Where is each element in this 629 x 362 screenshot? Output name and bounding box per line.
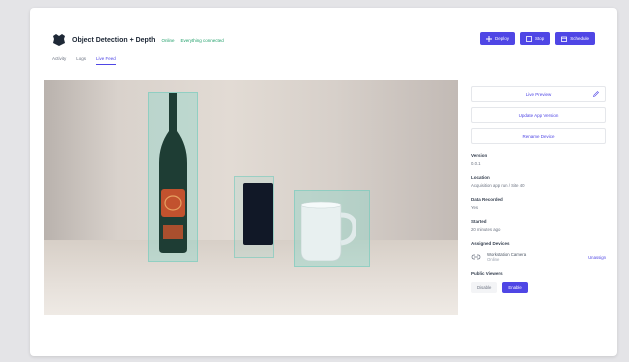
field-version: Version 0.0.1 <box>471 153 606 166</box>
field-value: Acquisition app run / Site 40 <box>471 183 525 188</box>
plus-icon <box>485 35 492 42</box>
cup-image <box>301 201 356 261</box>
page-title: Object Detection + Depth <box>72 36 156 44</box>
stop-label: Stop <box>534 36 545 41</box>
phone-image <box>243 183 273 245</box>
tab-activity[interactable]: Activity <box>52 56 66 61</box>
deploy-label: Deploy <box>494 36 509 41</box>
rename-device-link[interactable]: Rename Device <box>471 128 606 144</box>
tab-live-feed[interactable]: Live Feed <box>96 56 116 65</box>
field-value: 20 minutes ago <box>471 227 501 232</box>
unassign-link[interactable]: Unassign <box>588 255 606 260</box>
rename-device-label: Rename Device <box>522 133 555 139</box>
field-label: Location <box>471 175 490 180</box>
field-started: Started 20 minutes ago <box>471 219 606 232</box>
pencil-icon[interactable] <box>593 91 599 97</box>
public-viewers-label: Public Viewers <box>471 271 503 276</box>
tab-logs[interactable]: Logs <box>76 56 86 61</box>
public-viewers: Public Viewers Disable Enable <box>471 271 606 293</box>
deploy-button[interactable]: Deploy <box>479 32 515 45</box>
device-panel: Live Preview Update App Version Rename D… <box>471 86 606 336</box>
device-row[interactable]: Workstation Camera Online Unassign <box>471 252 606 262</box>
field-value: 0.0.1 <box>471 161 481 166</box>
tab-bar: Activity Logs Live Feed <box>52 56 116 65</box>
header-actions: Deploy Stop Schedule <box>479 32 595 45</box>
app-header: Object Detection + Depth Online Everythi… <box>52 32 224 48</box>
bottle-image <box>159 93 187 253</box>
schedule-button[interactable]: Schedule <box>555 32 595 45</box>
live-preview-link[interactable]: Live Preview <box>471 86 606 102</box>
schedule-label: Schedule <box>570 36 589 41</box>
connection-status: Everything connected <box>180 37 224 43</box>
status-badge: Online <box>161 37 175 43</box>
field-value: Yes <box>471 205 479 210</box>
cup-detection-box <box>294 190 370 267</box>
disable-button[interactable]: Disable <box>471 282 498 293</box>
logo-icon <box>52 34 66 46</box>
device-status: Online <box>487 257 500 262</box>
field-location: Location Acquisition app run / Site 40 <box>471 175 606 188</box>
stop-icon <box>526 35 532 42</box>
field-data-recorded: Data Recorded Yes <box>471 197 606 210</box>
field-label: Version <box>471 153 488 158</box>
calendar-icon <box>561 36 568 42</box>
update-app-link[interactable]: Update App Version <box>471 107 606 123</box>
enable-button[interactable]: Enable <box>502 282 528 293</box>
visibility-toggle: Disable Enable <box>471 282 606 293</box>
field-label: Started <box>471 219 487 224</box>
assigned-devices-label: Assigned Devices <box>471 241 510 246</box>
stop-button[interactable]: Stop <box>519 32 551 45</box>
live-preview-label: Live Preview <box>525 91 552 97</box>
dashboard-card: Object Detection + Depth Online Everythi… <box>30 8 617 356</box>
assigned-devices: Assigned Devices Workstation Camera Onli… <box>471 241 606 262</box>
link-icon <box>471 254 481 260</box>
live-feed-viewer[interactable] <box>44 80 458 315</box>
bottle-detection-box <box>148 92 198 262</box>
phone-detection-box <box>234 176 274 258</box>
field-label: Data Recorded <box>471 197 503 202</box>
update-app-label: Update App Version <box>518 112 559 118</box>
